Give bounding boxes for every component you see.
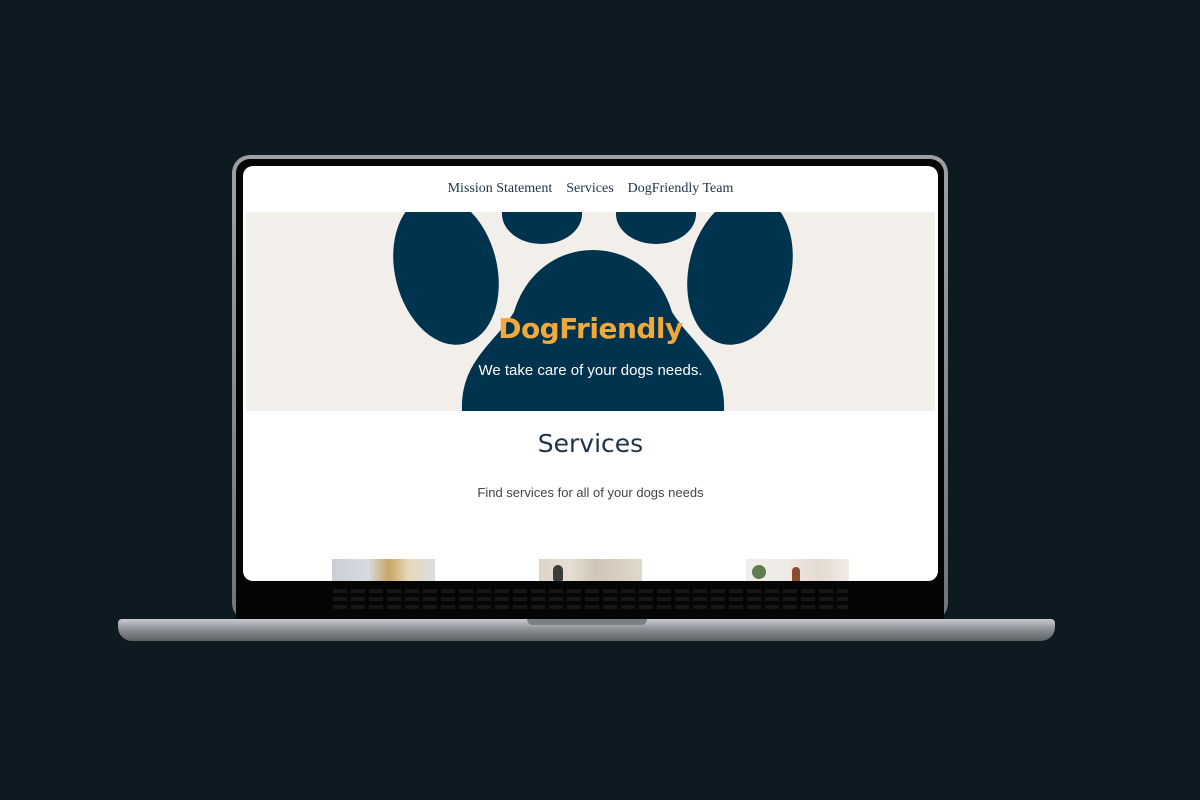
laptop-notch <box>526 619 647 625</box>
person-photo-detail <box>792 567 800 581</box>
services-heading: Services <box>537 429 644 458</box>
hero-banner: DogFriendly We take care of your dogs ne… <box>246 212 935 411</box>
keyboard-row <box>333 589 848 593</box>
site-navigation: Mission Statement Services DogFriendly T… <box>243 166 938 212</box>
services-subheading: Find services for all of your dogs needs <box>477 485 704 500</box>
nav-link-dogfriendly-team[interactable]: DogFriendly Team <box>628 181 734 197</box>
hero-title: DogFriendly <box>498 312 683 345</box>
keyboard-row <box>333 605 848 609</box>
dog-photo-detail <box>553 565 563 581</box>
service-card-image[interactable] <box>539 559 642 581</box>
laptop-base <box>118 619 1055 641</box>
keyboard-row <box>333 597 848 601</box>
keyboard-reflection <box>243 581 938 621</box>
plant-photo-detail <box>752 565 766 579</box>
hero-subtitle: We take care of your dogs needs. <box>478 362 703 379</box>
service-card-image[interactable] <box>746 559 849 581</box>
nav-link-mission-statement[interactable]: Mission Statement <box>448 181 553 197</box>
nav-link-services[interactable]: Services <box>566 181 613 197</box>
service-card-image[interactable] <box>332 559 435 581</box>
laptop-screen: Mission Statement Services DogFriendly T… <box>243 166 938 581</box>
